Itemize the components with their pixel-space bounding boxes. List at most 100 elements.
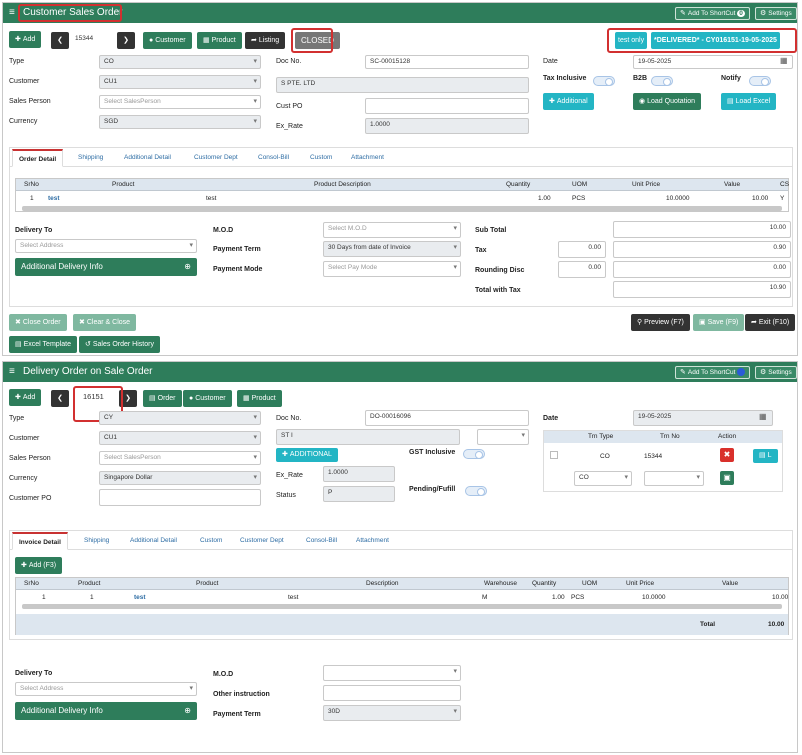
customer-select[interactable]: CU1	[99, 75, 261, 89]
doc-no-input[interactable]: DO-00016096	[365, 410, 529, 426]
col-product-no: Product	[78, 580, 101, 587]
new-trn-type-select[interactable]: CO	[574, 471, 632, 486]
grid-scrollbar[interactable]	[22, 206, 782, 211]
delivery-address-select[interactable]: Select Address	[15, 239, 197, 253]
b2b-toggle[interactable]	[651, 76, 673, 86]
gst-inclusive-toggle[interactable]	[463, 449, 485, 459]
trn-table: Trn Type Trn No Action CO 15344 ✖ CO ▣	[543, 430, 783, 492]
cell-srno: 1	[42, 594, 46, 601]
grid-icon: ▦	[203, 37, 210, 44]
trn-side-button[interactable]: ▤ L	[753, 449, 778, 463]
gst-inclusive-label: GST Inclusive	[409, 449, 456, 456]
tab-shipping[interactable]: Shipping	[84, 532, 109, 550]
exit-button[interactable]: ➦ Exit (F10)	[745, 314, 796, 331]
load-excel-button[interactable]: ▤ Load Excel	[721, 93, 777, 110]
tab-shipping[interactable]: Shipping	[78, 149, 103, 167]
close-order-button[interactable]: ✖ Close Order	[9, 314, 67, 331]
rounding-label: Rounding Disc	[475, 267, 525, 274]
prev-record-button[interactable]: ❮	[51, 32, 69, 49]
cell-product[interactable]: test	[134, 594, 146, 601]
customer-select[interactable]: CU1	[99, 431, 261, 445]
rounding-rate-input[interactable]: 0.00	[558, 261, 606, 278]
date-input[interactable]: 19-05-2025	[633, 410, 773, 426]
row-checkbox[interactable]	[550, 451, 558, 459]
tab-attachment[interactable]: Attachment	[351, 149, 384, 167]
menu-icon[interactable]: ≡	[9, 7, 15, 18]
tax-inclusive-toggle[interactable]	[593, 76, 615, 86]
additional-delivery-info-button[interactable]: Additional Delivery Info ⊕	[15, 258, 197, 276]
calendar-icon[interactable]: ▦	[759, 412, 767, 421]
preview-button[interactable]: ⚲ Preview (F7)	[631, 314, 690, 331]
tax-rate-input[interactable]: 0.00	[558, 241, 606, 258]
add-button[interactable]: ✚ Add	[9, 31, 42, 48]
customer-po-input[interactable]	[99, 489, 261, 506]
type-label: Type	[9, 58, 25, 65]
customer-label: Customer	[9, 435, 40, 442]
currency-select[interactable]: SGD	[99, 115, 261, 129]
type-select[interactable]: CO	[99, 55, 261, 69]
cell-product[interactable]: test	[48, 195, 60, 202]
excel-template-button[interactable]: ▤ Excel Template	[9, 336, 77, 353]
pending-fufill-toggle[interactable]	[465, 486, 487, 496]
tab-consol-bill[interactable]: Consol-Bill	[306, 532, 337, 550]
ex-rate-input[interactable]: 1.0000	[323, 466, 395, 482]
other-instruction-input[interactable]	[323, 685, 461, 701]
grid-scrollbar[interactable]	[22, 604, 782, 609]
add-line-button[interactable]: ✚ Add (F3)	[15, 557, 63, 574]
mod-select[interactable]	[323, 665, 461, 681]
tab-invoice-detail[interactable]: Invoice Detail	[12, 532, 68, 550]
sales-person-select[interactable]: Select SalesPerson	[99, 95, 261, 109]
listing-button[interactable]: ➦ Listing	[245, 32, 286, 49]
additional-button[interactable]: ✚ ADDITIONAL	[276, 448, 338, 462]
sales-person-select[interactable]: Select SalesPerson	[99, 451, 261, 465]
product-button[interactable]: ▦ Product	[197, 32, 242, 49]
load-quotation-button[interactable]: ◉ Load Quotation	[633, 93, 701, 110]
order-button[interactable]: ▤ Order	[143, 390, 182, 407]
save-icon[interactable]: ▣	[720, 471, 734, 485]
add-to-shortcut-button[interactable]: ✎ Add To ShortCut 0	[675, 7, 750, 20]
doc-no-input[interactable]: SC-00015128	[365, 55, 529, 69]
tab-consol-bill[interactable]: Consol-Bill	[258, 149, 289, 167]
tab-customer-dept[interactable]: Customer Dept	[240, 532, 284, 550]
tab-additional-detail[interactable]: Additional Detail	[124, 149, 171, 167]
customer-button[interactable]: ● Customer	[183, 390, 232, 407]
add-to-shortcut-button[interactable]: ✎ Add To ShortCut	[675, 366, 751, 379]
add-button[interactable]: ✚ Add	[9, 389, 42, 406]
additional-button[interactable]: ✚ Additional	[543, 93, 594, 110]
tab-customer-dept[interactable]: Customer Dept	[194, 149, 238, 167]
delivery-address-select[interactable]: Select Address	[15, 682, 197, 696]
tab-additional-detail[interactable]: Additional Detail	[130, 532, 177, 550]
clear-close-button[interactable]: ✖ Clear & Close	[73, 314, 137, 331]
calendar-icon[interactable]: ▦	[780, 56, 788, 65]
gear-icon: ⚙	[760, 10, 767, 17]
notify-toggle[interactable]	[749, 76, 771, 86]
cust-po-input[interactable]	[365, 98, 529, 114]
additional-delivery-info-button[interactable]: Additional Delivery Info ⊕	[15, 702, 197, 720]
tab-custom[interactable]: Custom	[200, 532, 222, 550]
menu-icon[interactable]: ≡	[9, 366, 15, 377]
currency-select[interactable]: Singapore Dollar	[99, 471, 261, 485]
sales-order-history-button[interactable]: ↺ Sales Order History	[79, 336, 160, 353]
tab-order-detail[interactable]: Order Detail	[12, 149, 64, 167]
prev-record-button[interactable]: ❮	[51, 390, 69, 407]
save-button[interactable]: ▣ Save (F9)	[693, 314, 745, 331]
record-number-input[interactable]: 15344	[71, 33, 115, 47]
new-trn-no-select[interactable]	[644, 471, 704, 486]
settings-button[interactable]: ⚙ Settings	[755, 366, 797, 379]
type-select[interactable]: CY	[99, 411, 261, 425]
next-record-button[interactable]: ❯	[117, 32, 135, 49]
customer-branch-select[interactable]	[477, 429, 529, 445]
payment-term-select[interactable]: 30D	[323, 705, 461, 721]
payment-term-select[interactable]: 30 Days from date of Invoice	[323, 241, 461, 257]
mod-select[interactable]: Select M.O.D	[323, 222, 461, 238]
col-srno: SrNo	[24, 580, 39, 587]
payment-mode-select[interactable]: Select Pay Mode	[323, 261, 461, 277]
product-button[interactable]: ▦ Product	[237, 390, 282, 407]
settings-button[interactable]: ⚙ Settings	[755, 7, 797, 20]
ex-rate-input[interactable]: 1.0000	[365, 118, 529, 134]
tab-attachment[interactable]: Attachment	[356, 532, 389, 550]
delete-icon[interactable]: ✖	[720, 448, 734, 462]
tab-custom[interactable]: Custom	[310, 149, 332, 167]
date-input[interactable]: 19-05-2025	[633, 55, 793, 69]
customer-button[interactable]: ● Customer	[143, 32, 192, 49]
